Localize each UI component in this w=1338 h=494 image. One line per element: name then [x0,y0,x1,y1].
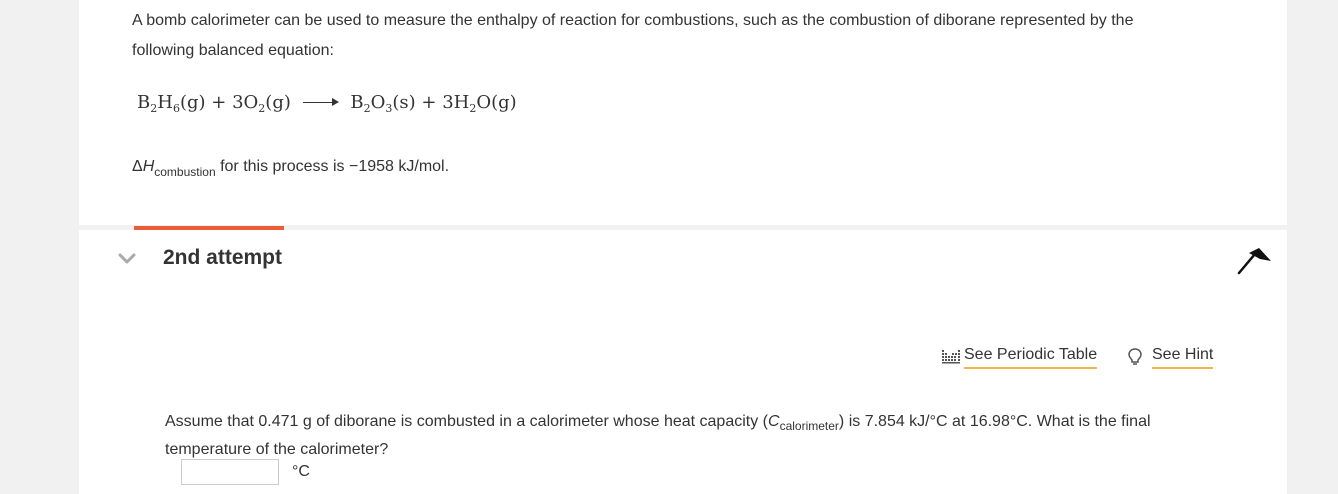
eq-element: B [350,92,364,113]
heat-capacity-symbol: C [768,413,780,430]
chevron-down-icon[interactable] [118,251,136,267]
see-periodic-table-link[interactable]: See Periodic Table [964,346,1098,369]
eq-state: (g) [179,92,206,113]
question-text: Assume that 0.471 g of diborane is combu… [165,410,1225,462]
eq-element: B [137,92,151,113]
see-hint-link[interactable]: See Hint [1152,346,1214,369]
flag-icon[interactable] [1237,247,1273,275]
answer-unit: °C [292,463,310,480]
eq-element: O [243,92,259,113]
eq-subscript: 2 [363,102,371,115]
enthalpy-statement: ΔHcombustion for this process is −1958 k… [132,158,449,179]
attempt-title: 2nd attempt [163,246,283,269]
eq-element: O [370,92,386,113]
eq-element: H [157,92,173,113]
eq-coefficient: 3 [442,92,454,113]
balanced-equation: B2H6(g) + 3O2(g) B2O3(s) + 3H2O(g) [137,92,517,115]
lightbulb-icon [1128,348,1142,365]
enthalpy-value-text: for this process is −1958 kJ/mol. [215,158,450,175]
answer-input[interactable] [181,459,279,485]
eq-state: (g) [265,92,291,113]
periodic-table-icon [942,350,960,364]
eq-state: (s) [392,92,416,113]
intro-line-2: following balanced equation: [132,42,334,59]
eq-subscript: 6 [172,102,180,115]
problem-intro: A bomb calorimeter can be used to measur… [132,6,1212,66]
heat-capacity-subscript: calorimeter [779,419,839,433]
enthalpy-symbol: H [142,158,155,175]
reaction-arrow-icon [302,95,339,109]
eq-element: O [476,92,492,113]
intro-line-1: A bomb calorimeter can be used to measur… [132,12,1134,29]
eq-state: (g) [491,92,517,113]
problem-panel: A bomb calorimeter can be used to measur… [79,0,1287,225]
enthalpy-subscript: combustion [154,165,216,179]
eq-element: H [453,92,470,113]
eq-plus: + [211,92,227,113]
eq-plus: + [421,92,437,113]
eq-coefficient: 3 [232,92,244,113]
delta-symbol: Δ [132,158,143,175]
question-part-1: Assume that 0.471 g of diborane is combu… [165,413,768,430]
